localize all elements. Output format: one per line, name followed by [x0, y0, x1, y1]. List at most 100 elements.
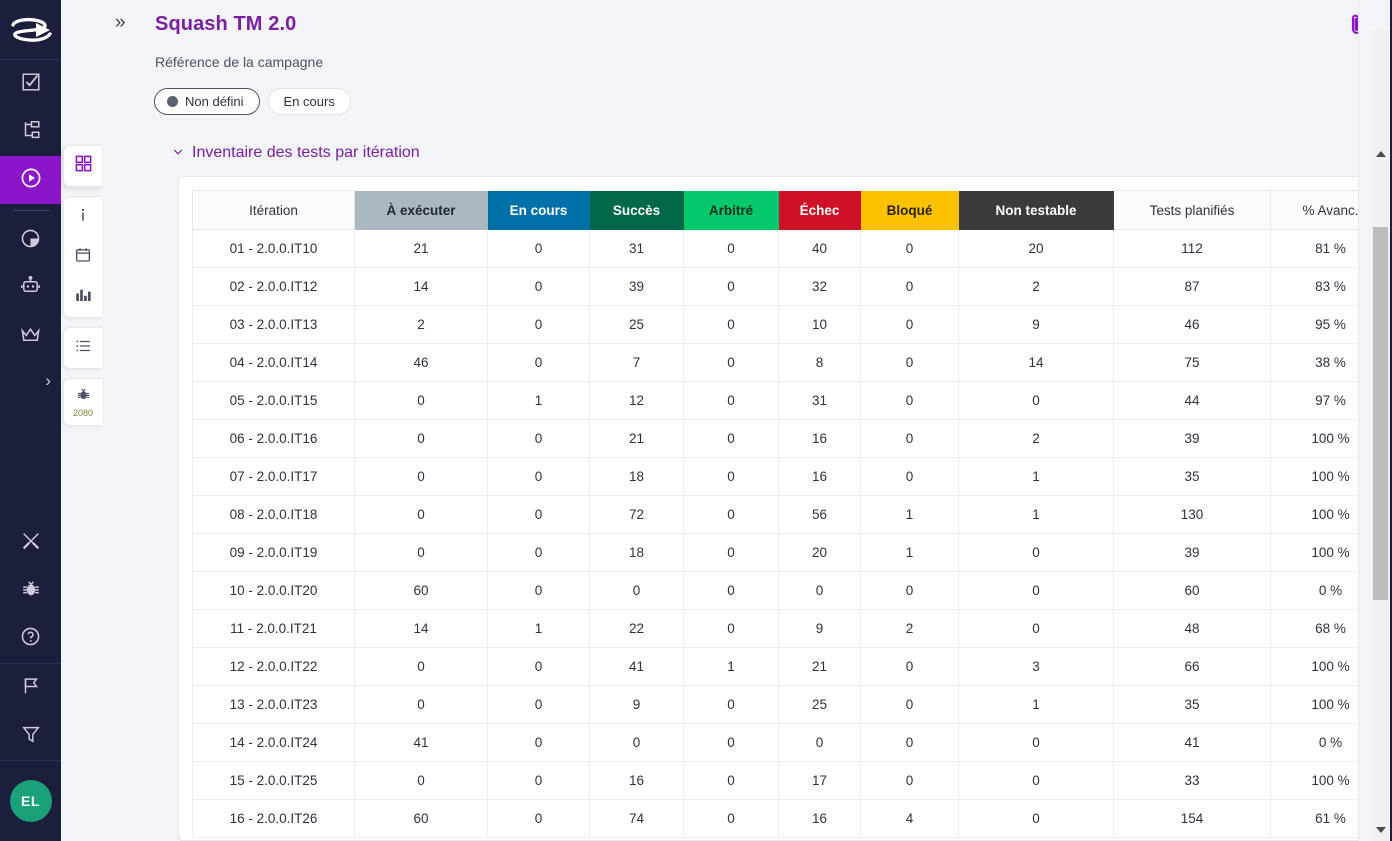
table-row[interactable]: 10 - 2.0.0.IT2060000000600 % — [193, 572, 1391, 610]
collapse-panel-button[interactable]: » — [115, 13, 126, 32]
table-cell-echec: 20 — [779, 534, 861, 572]
table-column-header-a_executer[interactable]: À exécuter — [355, 191, 488, 230]
table-column-header-bloque[interactable]: Bloqué — [861, 191, 959, 230]
chevron-right-icon: › — [45, 371, 51, 391]
sidebar-item-automatisation[interactable] — [0, 265, 61, 313]
table-row[interactable]: 07 - 2.0.0.IT1700180160135100 % — [193, 458, 1391, 496]
scroll-down-arrow-icon[interactable] — [1376, 827, 1386, 833]
table-cell-echec: 17 — [779, 762, 861, 800]
table-cell-succes: 74 — [590, 800, 684, 838]
tab-group-list — [63, 327, 102, 369]
status-chip-en-cours[interactable]: En cours — [268, 88, 351, 115]
sidebar-item-administration[interactable] — [0, 313, 61, 361]
table-row[interactable]: 14 - 2.0.0.IT2441000000410 % — [193, 724, 1391, 762]
table-cell-bloque: 1 — [861, 496, 959, 534]
table-cell-succes: 0 — [590, 572, 684, 610]
table-cell-en_cours: 0 — [488, 420, 590, 458]
sidebar-item-outils[interactable] — [0, 519, 61, 567]
table-cell-succes: 39 — [590, 268, 684, 306]
table-cell-arbitre: 0 — [684, 496, 779, 534]
tab-bugs[interactable]: 2080 — [64, 379, 103, 425]
table-cell-non_testable: 0 — [959, 572, 1114, 610]
table-cell-tests_planifies: 35 — [1114, 458, 1271, 496]
sidebar-item-exigences[interactable] — [0, 60, 61, 108]
sidebar-item-rapports[interactable] — [0, 217, 61, 265]
tab-group-bugs: 2080 — [63, 378, 102, 426]
table-cell-en_cours: 0 — [488, 344, 590, 382]
avatar-container[interactable]: EL — [10, 761, 52, 841]
table-row[interactable]: 03 - 2.0.0.IT132025010094695 % — [193, 306, 1391, 344]
squash-logo[interactable] — [0, 0, 61, 60]
table-cell-non_testable: 0 — [959, 534, 1114, 572]
table-cell-en_cours: 0 — [488, 572, 590, 610]
robot-icon — [19, 275, 42, 303]
table-cell-echec: 40 — [779, 230, 861, 268]
status-chip-group: Non défini En cours — [154, 88, 351, 115]
table-cell-echec: 31 — [779, 382, 861, 420]
scrollbar-thumb[interactable] — [1373, 227, 1388, 600]
table-cell-bloque: 2 — [861, 610, 959, 648]
table-column-header-succes[interactable]: Succès — [590, 191, 684, 230]
table-row[interactable]: 11 - 2.0.0.IT211412209204868 % — [193, 610, 1391, 648]
table-cell-succes: 18 — [590, 458, 684, 496]
scroll-up-arrow-icon[interactable] — [1376, 151, 1386, 157]
table-row[interactable]: 12 - 2.0.0.IT2200411210366100 % — [193, 648, 1391, 686]
table-row[interactable]: 15 - 2.0.0.IT2500160170033100 % — [193, 762, 1391, 800]
table-cell-arbitre: 0 — [684, 382, 779, 420]
table-column-header-en_cours[interactable]: En cours — [488, 191, 590, 230]
table-cell-tests_planifies: 39 — [1114, 534, 1271, 572]
table-cell-a_executer: 14 — [355, 610, 488, 648]
sidebar-item-anomalies[interactable] — [0, 567, 61, 615]
table-column-header-tests_planifies[interactable]: Tests planifiés — [1114, 191, 1271, 230]
tab-information[interactable] — [64, 197, 103, 237]
status-chip-non-defini[interactable]: Non défini — [154, 88, 260, 115]
table-column-header-echec[interactable]: Échec — [779, 191, 861, 230]
table-row[interactable]: 06 - 2.0.0.IT1600210160239100 % — [193, 420, 1391, 458]
table-cell-bloque: 4 — [861, 800, 959, 838]
table-row[interactable]: 13 - 2.0.0.IT230090250135100 % — [193, 686, 1391, 724]
table-row[interactable]: 05 - 2.0.0.IT150112031004497 % — [193, 382, 1391, 420]
table-cell-non_testable: 20 — [959, 230, 1114, 268]
table-cell-succes: 7 — [590, 344, 684, 382]
section-header[interactable]: Inventaire des tests par itération — [172, 144, 420, 162]
table-cell-a_executer: 2 — [355, 306, 488, 344]
tools-icon — [20, 530, 42, 557]
table-cell-non_testable: 9 — [959, 306, 1114, 344]
table-cell-a_executer: 0 — [355, 686, 488, 724]
tab-dashboard[interactable] — [64, 146, 103, 186]
tab-statistics[interactable] — [64, 277, 103, 317]
tab-list[interactable] — [64, 328, 103, 368]
table-cell-a_executer: 14 — [355, 268, 488, 306]
table-row[interactable]: 02 - 2.0.0.IT1214039032028783 % — [193, 268, 1391, 306]
table-row[interactable]: 16 - 2.0.0.IT26600740164015461 % — [193, 800, 1391, 838]
table-row[interactable]: 04 - 2.0.0.IT144607080147538 % — [193, 344, 1391, 382]
page-scrollbar[interactable] — [1358, 0, 1392, 841]
table-cell-en_cours: 0 — [488, 268, 590, 306]
table-column-header-non_testable[interactable]: Non testable — [959, 191, 1114, 230]
table-cell-tests_planifies: 41 — [1114, 724, 1271, 762]
sidebar-item-cas-de-test[interactable] — [0, 108, 61, 156]
table-column-header-iteration[interactable]: Itération — [193, 191, 355, 230]
sidebar-item-filtres[interactable] — [0, 712, 61, 760]
sidebar-item-campagnes[interactable] — [0, 156, 61, 204]
table-cell-bloque: 0 — [861, 268, 959, 306]
table-cell-en_cours: 0 — [488, 306, 590, 344]
table-column-header-arbitre[interactable]: Arbitré — [684, 191, 779, 230]
sidebar-expand-button[interactable]: › — [0, 361, 61, 401]
table-cell-a_executer: 0 — [355, 496, 488, 534]
tab-planning[interactable] — [64, 237, 103, 277]
table-cell-echec: 32 — [779, 268, 861, 306]
table-cell-echec: 21 — [779, 648, 861, 686]
sidebar-item-jalons[interactable] — [0, 664, 61, 712]
play-circle-icon — [19, 166, 43, 195]
table-row[interactable]: 09 - 2.0.0.IT1900180201039100 % — [193, 534, 1391, 572]
table-cell-tests_planifies: 75 — [1114, 344, 1271, 382]
table-cell-bloque: 0 — [861, 572, 959, 610]
table-row[interactable]: 01 - 2.0.0.IT102103104002011281 % — [193, 230, 1391, 268]
page-subtitle: Référence de la campagne — [155, 54, 323, 70]
sidebar-item-aide[interactable] — [0, 615, 61, 663]
avatar[interactable]: EL — [10, 780, 52, 822]
table-cell-arbitre: 0 — [684, 534, 779, 572]
table-row[interactable]: 08 - 2.0.0.IT18007205611130100 % — [193, 496, 1391, 534]
table-cell-iteration: 05 - 2.0.0.IT15 — [193, 382, 355, 420]
